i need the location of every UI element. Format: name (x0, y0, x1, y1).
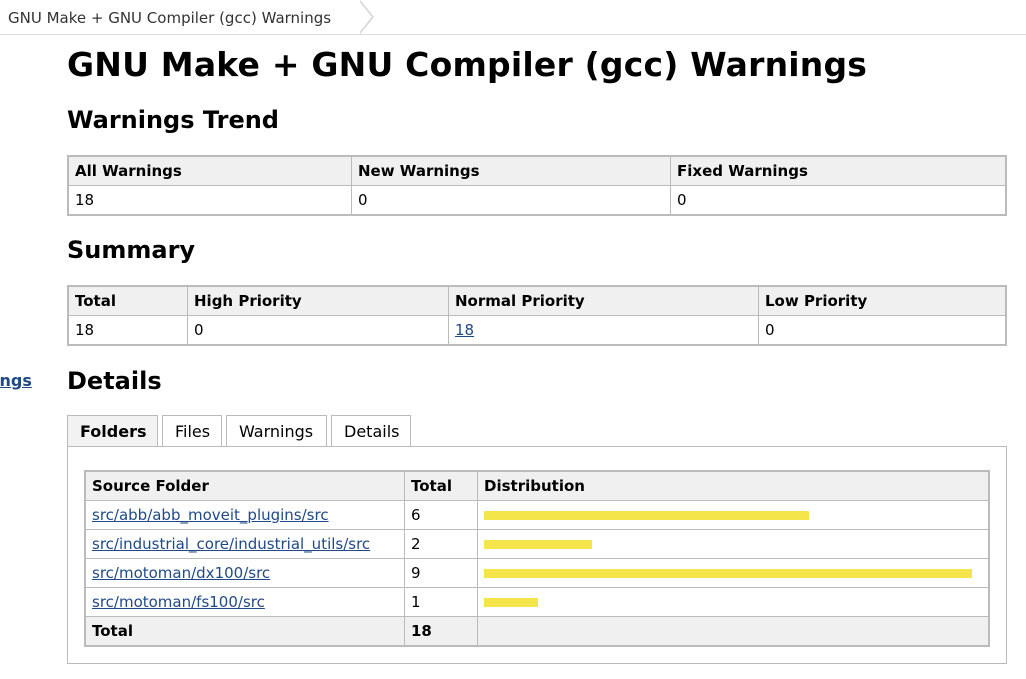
page-title: GNU Make + GNU Compiler (gcc) Warnings (67, 45, 868, 84)
total-label: Total (84, 616, 405, 647)
distribution-bar (484, 510, 809, 520)
col-header: High Priority (187, 285, 449, 316)
high-priority-value: 0 (187, 315, 449, 346)
folder-total: 9 (404, 558, 478, 588)
tab-warnings[interactable]: Warnings (226, 415, 327, 446)
sidebar-warnings-link[interactable]: ings (0, 371, 32, 390)
table-row: src/abb/abb_moveit_plugins/src 6 (84, 500, 990, 530)
tab-files[interactable]: Files (162, 415, 222, 446)
distribution-bar (484, 568, 972, 578)
table-row: src/industrial_core/industrial_utils/src… (84, 529, 990, 559)
col-header: New Warnings (351, 155, 671, 186)
breadcrumb: GNU Make + GNU Compiler (gcc) Warnings (0, 0, 1026, 35)
total-value: 18 (67, 315, 188, 346)
table-row: src/motoman/dx100/src 9 (84, 558, 990, 588)
distribution-bar (484, 539, 592, 549)
summary-table: Total High Priority Normal Priority Low … (67, 285, 1007, 346)
breadcrumb-item[interactable]: GNU Make + GNU Compiler (gcc) Warnings (0, 0, 346, 34)
folders-panel: Source Folder Total Distribution src/abb… (67, 446, 1007, 664)
normal-priority-link[interactable]: 18 (455, 321, 474, 339)
warnings-trend-table: All Warnings New Warnings Fixed Warnings… (67, 155, 1007, 216)
col-header: Total (404, 470, 478, 501)
col-header: Normal Priority (448, 285, 759, 316)
normal-priority-cell: 18 (448, 315, 759, 346)
low-priority-value: 0 (758, 315, 1007, 346)
folder-total: 6 (404, 500, 478, 530)
folder-total: 1 (404, 587, 478, 617)
folder-link[interactable]: src/motoman/fs100/src (92, 593, 265, 611)
distribution-bar (484, 597, 538, 607)
all-warnings-value: 18 (67, 185, 352, 216)
col-header: All Warnings (67, 155, 352, 186)
col-header: Fixed Warnings (670, 155, 1007, 186)
col-header: Distribution (477, 470, 990, 501)
fixed-warnings-value: 0 (670, 185, 1007, 216)
trend-heading: Warnings Trend (67, 106, 279, 134)
tab-details[interactable]: Details (331, 415, 411, 446)
col-header: Source Folder (84, 470, 405, 501)
folder-link[interactable]: src/abb/abb_moveit_plugins/src (92, 506, 329, 524)
total-row: Total 18 (84, 616, 990, 647)
folder-link[interactable]: src/industrial_core/industrial_utils/src (92, 535, 370, 553)
folder-link[interactable]: src/motoman/dx100/src (92, 564, 270, 582)
folder-total: 2 (404, 529, 478, 559)
breadcrumb-separator-icon (359, 0, 374, 34)
new-warnings-value: 0 (351, 185, 671, 216)
col-header: Low Priority (758, 285, 1007, 316)
col-header: Total (67, 285, 188, 316)
details-heading: Details (67, 367, 162, 395)
summary-heading: Summary (67, 236, 196, 264)
folders-table: Source Folder Total Distribution src/abb… (84, 470, 990, 647)
total-value: 18 (404, 616, 478, 647)
table-row: src/motoman/fs100/src 1 (84, 587, 990, 617)
tab-folders[interactable]: Folders (67, 415, 158, 448)
